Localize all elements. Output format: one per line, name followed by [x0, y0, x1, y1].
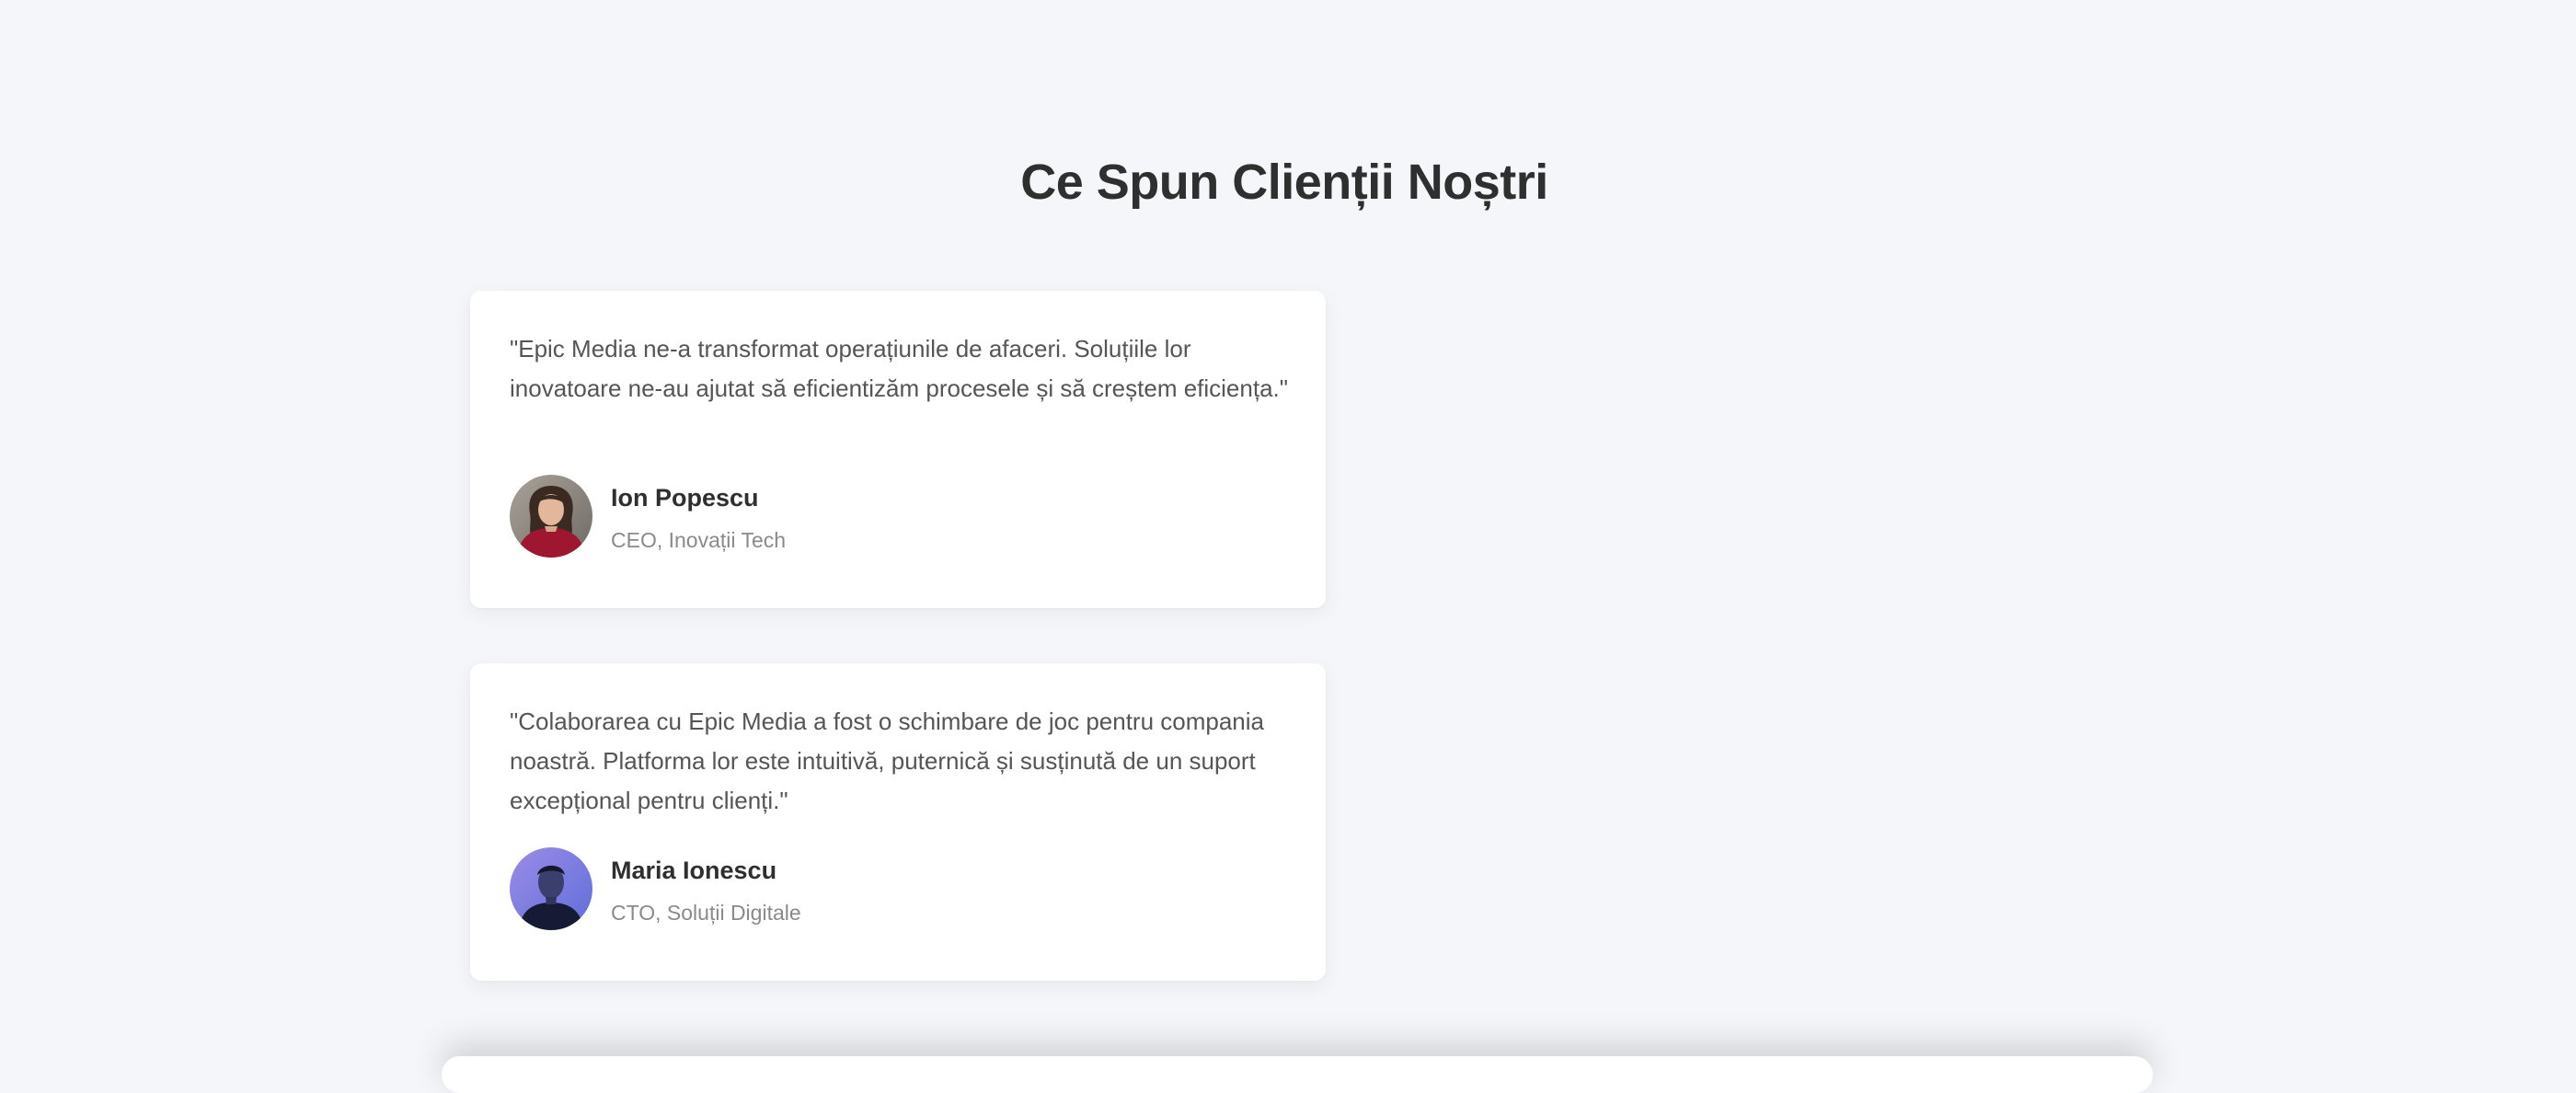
next-section-edge	[442, 1056, 2153, 1093]
testimonial-quote: "Colaborarea cu Epic Media a fost o schi…	[510, 708, 1265, 814]
avatar-photo-icon	[510, 847, 592, 930]
testimonial-card: "Epic Media ne-a transformat operațiunil…	[470, 291, 1326, 608]
author-name: Maria Ionescu	[611, 857, 777, 884]
testimonial-card: "Colaborarea cu Epic Media a fost o schi…	[470, 663, 1326, 981]
section-title: Ce Spun Clienții Noștri	[1020, 155, 1548, 210]
avatar	[510, 475, 592, 558]
testimonials-section: Ce Spun Clienții Noștri "Epic Media ne-a…	[0, 0, 2576, 1093]
author-role: CTO, Soluții Digitale	[611, 901, 801, 925]
author-role: CEO, Inovații Tech	[611, 528, 787, 552]
avatar-photo-icon	[510, 475, 592, 558]
testimonial-quote: "Epic Media ne-a transformat operațiunil…	[510, 335, 1288, 402]
avatar	[510, 847, 592, 930]
author-name: Ion Popescu	[611, 484, 759, 512]
